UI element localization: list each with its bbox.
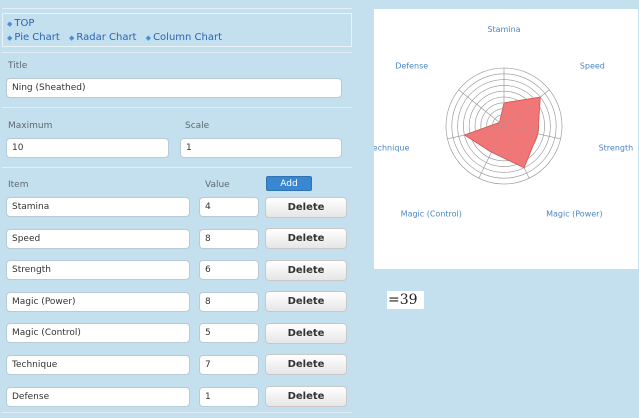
item-value-input[interactable]: [199, 229, 259, 249]
nav-link-column-chart[interactable]: ◆ Column Chart: [146, 32, 222, 43]
divider: [2, 8, 352, 9]
radar-axis-label: Technique: [374, 144, 409, 153]
add-item-button[interactable]: Add: [266, 176, 312, 191]
item-value-input[interactable]: [199, 323, 259, 343]
item-name-input[interactable]: [6, 355, 190, 375]
item-column-header: Item: [8, 180, 29, 190]
diamond-bullet-icon: ◆: [7, 34, 13, 42]
radar-axis-label: Defense: [395, 62, 428, 71]
nav-link-radar-chart[interactable]: ◆ Radar Chart: [69, 32, 137, 43]
radar-axis-label: Strength: [599, 144, 634, 153]
radar-chart-panel: Stamina Speed Strength Magic (Power) Magic (…: [368, 9, 638, 269]
item-value-input[interactable]: [199, 355, 259, 375]
diamond-bullet-icon: ◆: [145, 34, 152, 42]
item-value-input[interactable]: [199, 387, 259, 407]
divider: [2, 167, 352, 168]
radar-axis-label: Magic (Control): [401, 209, 462, 218]
divider: [2, 412, 352, 413]
radar-axis-label: Magic (Power): [546, 209, 602, 218]
item-value-input[interactable]: [199, 260, 259, 280]
maximum-label: Maximum: [8, 121, 53, 131]
scale-input[interactable]: [180, 138, 342, 158]
item-value-input[interactable]: [199, 197, 259, 217]
nav-row-charts: ◆ Pie Chart ◆ Radar Chart ◆ Column Chart: [7, 31, 351, 45]
diamond-bullet-icon: ◆: [68, 34, 75, 42]
item-name-input[interactable]: [6, 292, 190, 312]
scale-label: Scale: [185, 121, 210, 131]
delete-button[interactable]: Delete: [265, 354, 347, 375]
delete-button[interactable]: Delete: [265, 323, 347, 344]
delete-button[interactable]: Delete: [265, 386, 347, 407]
value-column-header: Value: [205, 180, 230, 190]
item-name-input[interactable]: [6, 387, 190, 407]
nav-panel: ◆ TOP ◆ Pie Chart ◆ Radar Chart ◆ Column Cha…: [2, 13, 352, 47]
delete-button[interactable]: Delete: [265, 291, 347, 312]
diamond-bullet-icon: ◆: [7, 20, 13, 28]
divider: [2, 107, 352, 108]
radar-chart: Stamina Speed Strength Magic (Power) Magic (…: [368, 25, 634, 218]
title-label: Title: [8, 61, 28, 71]
radar-axis-label: Speed: [580, 62, 605, 71]
delete-button[interactable]: Delete: [265, 197, 347, 218]
radar-axis-label: Stamina: [487, 25, 520, 34]
nav-row-top: ◆ TOP: [7, 17, 351, 31]
delete-button[interactable]: Delete: [265, 260, 347, 281]
divider: [2, 52, 352, 53]
title-input[interactable]: [6, 78, 342, 98]
total-value: =39: [387, 291, 424, 309]
item-name-input[interactable]: [6, 260, 190, 280]
item-name-input[interactable]: [6, 197, 190, 217]
item-value-input[interactable]: [199, 292, 259, 312]
nav-link-pie-chart[interactable]: ◆ Pie Chart: [7, 32, 60, 43]
item-name-input[interactable]: [6, 229, 190, 249]
nav-link-top[interactable]: ◆ TOP: [7, 18, 34, 29]
delete-button[interactable]: Delete: [265, 228, 347, 249]
maximum-input[interactable]: [6, 138, 169, 158]
item-name-input[interactable]: [6, 323, 190, 343]
